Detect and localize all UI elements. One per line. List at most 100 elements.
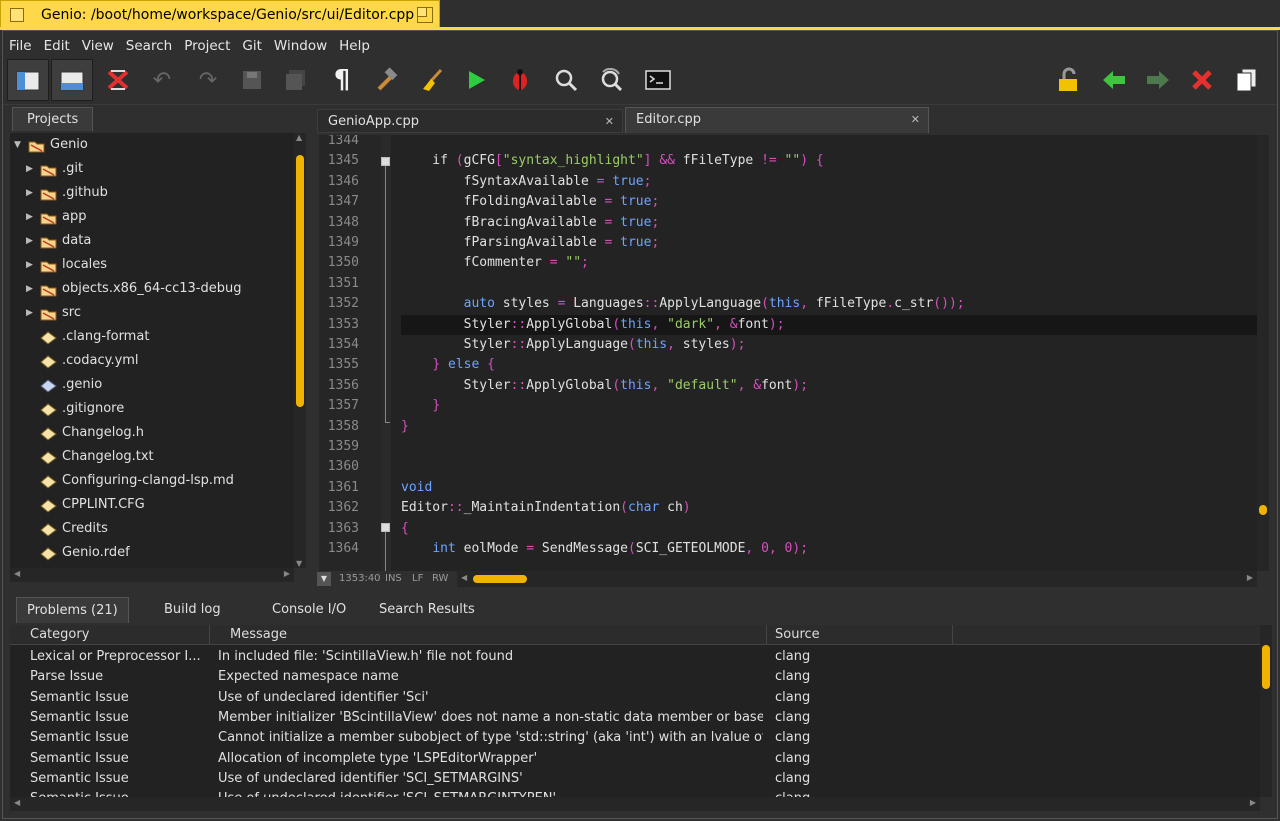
menu-edit[interactable]: Edit: [38, 35, 76, 57]
menu-file[interactable]: File: [3, 35, 38, 57]
forward-arrow-icon[interactable]: [1137, 59, 1179, 101]
expand-arrow-icon[interactable]: ▼: [14, 133, 21, 157]
column-category[interactable]: Category: [10, 625, 210, 645]
back-arrow-icon[interactable]: [1093, 59, 1135, 101]
tree-item[interactable]: ▶ .github: [10, 181, 294, 205]
menu-help[interactable]: Help: [333, 35, 376, 57]
collapse-arrow-icon[interactable]: ▶: [26, 301, 33, 325]
collapse-arrow-icon[interactable]: ▶: [26, 277, 33, 301]
menu-window[interactable]: Window: [268, 35, 333, 57]
problems-hscrollbar[interactable]: ◀ ▶: [10, 797, 1260, 811]
tree-item[interactable]: .genio: [10, 373, 294, 397]
collapse-arrow-icon[interactable]: ▶: [26, 229, 33, 253]
problem-row[interactable]: Semantic Issue Use of undeclared identifi…: [10, 789, 1260, 797]
tree-item[interactable]: Changelog.txt: [10, 445, 294, 469]
tab-problems[interactable]: Problems (21): [16, 597, 129, 623]
menu-view[interactable]: View: [76, 35, 120, 57]
redo-icon[interactable]: ↷: [187, 59, 229, 101]
code-line: 1359: [319, 437, 1257, 457]
problems-scrollbar[interactable]: [1260, 625, 1272, 797]
menu-search[interactable]: Search: [120, 35, 178, 57]
code-token: ,: [800, 296, 809, 312]
project-tree-scroll-thumb[interactable]: [296, 155, 304, 407]
unlock-icon[interactable]: [1047, 59, 1089, 101]
problem-row[interactable]: Lexical or Preprocessor I... In included …: [10, 647, 1260, 667]
folder-icon: [40, 210, 57, 225]
tab-build-log[interactable]: Build log: [164, 597, 221, 623]
tab-editor-cpp[interactable]: Editor.cpp ✕: [625, 107, 929, 133]
code-token: ::: [447, 500, 464, 516]
tree-item[interactable]: ▶ app: [10, 205, 294, 229]
window-close-button[interactable]: [10, 7, 24, 22]
tree-item[interactable]: Genio.rdef: [10, 541, 294, 565]
problem-row[interactable]: Semantic Issue Member initializer 'BScint…: [10, 708, 1260, 728]
tree-item[interactable]: .gitignore: [10, 397, 294, 421]
collapse-arrow-icon[interactable]: ▶: [26, 205, 33, 229]
tab-projects[interactable]: Projects: [12, 107, 94, 131]
menu-project[interactable]: Project: [178, 35, 236, 57]
window-zoom-button[interactable]: [417, 7, 433, 23]
tree-item[interactable]: CPPLINT.CFG: [10, 493, 294, 517]
tab-close-icon[interactable]: ✕: [911, 108, 920, 132]
tree-item[interactable]: ▶ objects.x86_64-cc13-debug: [10, 277, 294, 301]
column-source[interactable]: Source: [767, 625, 953, 645]
problem-message: Use of undeclared identifier 'SCI_SETMAR…: [218, 770, 523, 786]
collapse-arrow-icon[interactable]: ▶: [26, 157, 33, 181]
duplicate-icon[interactable]: [1225, 59, 1267, 101]
run-play-icon[interactable]: [455, 59, 497, 101]
window-title-tab[interactable]: Genio: /boot/home/workspace/Genio/src/ui…: [0, 0, 440, 28]
editor-hscroll-thumb[interactable]: [473, 575, 527, 583]
collapse-arrow-icon[interactable]: ▶: [26, 181, 33, 205]
collapse-arrow-icon[interactable]: ▶: [26, 253, 33, 277]
build-hammer-icon[interactable]: [365, 59, 407, 101]
replace-icon[interactable]: [591, 59, 633, 101]
tree-item[interactable]: ▶ src: [10, 301, 294, 325]
problem-row[interactable]: Semantic Issue Cannot initialize a member…: [10, 728, 1260, 748]
clean-broom-icon[interactable]: [411, 59, 453, 101]
tab-close-icon[interactable]: ✕: [605, 110, 614, 134]
code-editor[interactable]: 1344 1345 if (gCFG["syntax_highlight"] &&…: [319, 135, 1257, 571]
code-token: true: [620, 235, 652, 250]
problem-row[interactable]: Semantic Issue Use of undeclared identifi…: [10, 688, 1260, 708]
problem-row[interactable]: Semantic Issue Use of undeclared identifi…: [10, 769, 1260, 789]
tree-item[interactable]: ▶ .git: [10, 157, 294, 181]
editor-scrollbar[interactable]: [1257, 135, 1269, 571]
show-whitespace-icon[interactable]: ¶: [321, 59, 363, 101]
tab-console-io[interactable]: Console I/O: [272, 597, 346, 623]
projects-panel-icon[interactable]: [7, 59, 49, 101]
editor-hscrollbar[interactable]: ◀ ▶: [457, 571, 1257, 587]
problem-category: Semantic Issue: [30, 750, 129, 766]
find-icon[interactable]: [545, 59, 587, 101]
output-panel-icon[interactable]: [51, 59, 93, 101]
tree-item[interactable]: .codacy.yml: [10, 349, 294, 373]
undo-icon[interactable]: ↶: [141, 59, 183, 101]
project-tree-scrollbar[interactable]: ▲ ▼: [294, 133, 306, 568]
problem-row[interactable]: Parse Issue Expected namespace name clang: [10, 667, 1260, 687]
tree-item[interactable]: ▶ locales: [10, 253, 294, 277]
tree-item[interactable]: Credits: [10, 517, 294, 541]
menu-git[interactable]: Git: [236, 35, 268, 57]
focus-mode-icon[interactable]: [97, 59, 139, 101]
close-red-x-icon[interactable]: [1181, 59, 1223, 101]
problems-scroll-thumb[interactable]: [1262, 645, 1270, 689]
terminal-icon[interactable]: [637, 59, 679, 101]
tree-item[interactable]: Changelog.h: [10, 421, 294, 445]
editor-scroll-thumb[interactable]: [1259, 505, 1267, 515]
column-message[interactable]: Message: [210, 625, 767, 645]
tab-search-results[interactable]: Search Results: [379, 597, 475, 623]
tree-item-label: Changelog.h: [62, 425, 144, 440]
save-icon[interactable]: [231, 59, 273, 101]
save-all-icon[interactable]: [275, 59, 317, 101]
tree-item[interactable]: ▶ data: [10, 229, 294, 253]
problem-category: Semantic Issue: [30, 689, 129, 705]
debug-bug-icon[interactable]: [499, 59, 541, 101]
problem-row[interactable]: Semantic Issue Allocation of incomplete t…: [10, 749, 1260, 769]
project-tree-hscrollbar[interactable]: ◀ ▶: [10, 568, 294, 582]
tab-genioapp-cpp[interactable]: GenioApp.cpp ✕: [317, 109, 623, 133]
tree-item[interactable]: ▼ Genio: [10, 133, 294, 157]
status-menu-icon[interactable]: ▼: [317, 572, 331, 586]
tree-item[interactable]: Configuring-clangd-lsp.md: [10, 469, 294, 493]
tree-item[interactable]: .clang-format: [10, 325, 294, 349]
